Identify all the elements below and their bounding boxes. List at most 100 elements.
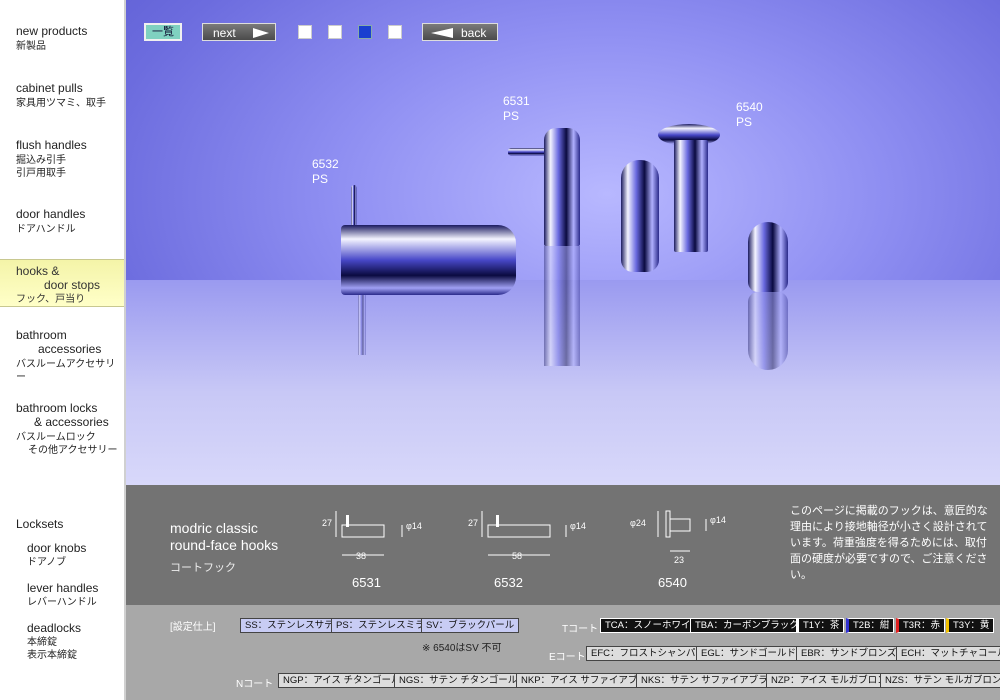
sidebar-item-label-2: door stops [44, 278, 101, 292]
product-name-line2: round-face hooks [170, 537, 279, 553]
sidebar-item-label: cabinet pulls [16, 81, 83, 95]
hook-6532-reflection [358, 295, 366, 355]
sidebar-item-sublabel: ドアノブ [27, 557, 67, 568]
sidebar-item-sublabel: バスルームロック [16, 432, 96, 443]
finish-chip-tba: TBA：カーボンブラック [690, 618, 804, 633]
hook-6540-side-b [748, 222, 788, 292]
sidebar-item-sublabel: ドアハンドル [16, 224, 76, 235]
sidebar-item-sublabel: 本締錠 [27, 637, 57, 648]
sidebar-item-label: door knobs [27, 541, 87, 555]
finish-chip-ngs: NGS：サテン チタンゴールド [394, 673, 532, 688]
product-label-6532: 6532 PS [312, 157, 339, 187]
page-dot-3[interactable] [358, 25, 372, 39]
page-dot-2[interactable] [328, 25, 342, 39]
hook-6540-side-a [621, 160, 659, 272]
dim-diameter: φ14 [570, 521, 586, 531]
list-button[interactable]: 一覧 [144, 23, 182, 41]
product-finish: PS [312, 172, 329, 186]
product-note: このページに掲載のフックは、意匠的な理由により接地軸径が小さく設計されています。… [790, 505, 988, 581]
finish-chip-t2b: T2B：紺 [846, 618, 895, 633]
drawing-6531: 27 φ14 38 [322, 505, 436, 569]
dim-length: 23 [674, 555, 685, 565]
t-coat-label: Tコート [562, 624, 599, 635]
sidebar-item-label: bathroom [16, 328, 67, 342]
finish-chip-ebr: EBR：サンドブロンズ [796, 646, 902, 661]
sidebar: new products 新製品 cabinet pulls 家具用ツマミ、取手… [0, 0, 126, 700]
sidebar-item-hooks-door-stops[interactable]: hooks & door stops フック、戸当り [0, 259, 124, 307]
drawing-6532: 27 φ14 58 [468, 505, 602, 569]
back-button[interactable]: back [422, 23, 498, 41]
sidebar-item-sublabel: 新製品 [16, 41, 46, 52]
sidebar-item-sublabel: バスルームアクセサリー [16, 359, 116, 383]
sidebar-item-door-knobs[interactable]: door knobs ドアノブ [27, 541, 123, 569]
hook-6532-body [341, 225, 516, 295]
dim-length: 58 [512, 551, 523, 561]
dimension-drawing [657, 510, 707, 552]
sidebar-item-lever-handles[interactable]: lever handles レバーハンドル [27, 581, 123, 609]
product-code: 6532 [312, 157, 339, 171]
product-name-line1: modric classic [170, 520, 258, 536]
sidebar-item-sublabel: 表示本締錠 [27, 650, 77, 661]
finish-chip-sv: SV：ブラックパール [421, 618, 520, 633]
sidebar-item-label: flush handles [16, 138, 87, 152]
dimension-drawing [481, 511, 567, 556]
hook-6531-reflection [544, 246, 580, 366]
next-button[interactable]: next [202, 23, 276, 41]
sidebar-item-sublabel: 掘込み引手 [16, 155, 66, 166]
dimension-drawing [335, 511, 403, 556]
arrow-left-icon [431, 28, 453, 38]
page-dot-1[interactable] [298, 25, 312, 39]
finish-basic-note: ※ 6540はSV 不可 [422, 643, 502, 654]
finish-chip-efc: EFC：フロストシャンパン [586, 646, 711, 661]
n-coat-label: Nコート [236, 679, 274, 690]
dim-height: 27 [322, 518, 333, 528]
sidebar-item-label: door handles [16, 207, 86, 221]
sidebar-item-sublabel: その他アクセサリー [28, 445, 118, 456]
sidebar-item-deadlocks[interactable]: deadlocks 本締錠 表示本締錠 [27, 621, 123, 662]
drawing-code-6531: 6531 [352, 575, 381, 590]
finish-chip-nzs: NZS：サテン モルガブロンズ [880, 673, 1000, 688]
e-coat-label: Eコート [549, 652, 586, 663]
product-name: modric classic round-face hooks [170, 520, 278, 554]
product-label-6540: 6540 PS [736, 100, 763, 130]
drawing-6540: φ24 φ14 23 [630, 505, 750, 569]
sidebar-item-flush-handles[interactable]: flush handles 掘込み引手 引戸用取手 [0, 138, 124, 180]
sidebar-item-bathroom-accessories[interactable]: bathroom accessories バスルームアクセサリー [0, 328, 124, 384]
sidebar-item-sublabel: レバーハンドル [27, 597, 97, 608]
sidebar-item-label: lever handles [27, 581, 99, 595]
dim-diameter: φ14 [710, 515, 726, 525]
finish-chip-t3y: T3Y：黄 [946, 618, 995, 633]
page-dot-4[interactable] [388, 25, 402, 39]
finish-options: [設定仕上] SS：ステンレスサテン PS：ステンレスミラー SV：ブラックパー… [126, 605, 1000, 700]
sidebar-item-cabinet-pulls[interactable]: cabinet pulls 家具用ツマミ、取手 [0, 81, 124, 110]
sidebar-item-label: hooks & [16, 264, 60, 278]
sidebar-item-label-2: accessories [38, 342, 102, 356]
sidebar-item-sublabel: 引戸用取手 [16, 168, 66, 179]
sidebar-item-bathroom-locks[interactable]: bathroom locks & accessories バスルームロック その… [0, 401, 124, 457]
dim-diameter: φ14 [406, 521, 422, 531]
sidebar-item-door-handles[interactable]: door handles ドアハンドル [0, 207, 124, 236]
finish-chip-egl: EGL：サンドゴールド [696, 646, 802, 661]
sidebar-item-label-2: & accessories [34, 415, 109, 429]
drawing-code-6540: 6540 [658, 575, 687, 590]
sidebar-item-label: new products [16, 24, 88, 38]
product-photo: 6532 PS 6531 PS 6540 PS [126, 0, 1000, 485]
hook-6531-body [544, 128, 580, 246]
locksets-heading: Locksets [16, 517, 64, 531]
dim-height: 27 [468, 518, 479, 528]
hook-6532-pin [351, 185, 357, 227]
finish-chip-ech: ECH：マットチャコール [896, 646, 1000, 661]
product-name-jp: コートフック [170, 562, 236, 574]
product-finish: PS [503, 109, 520, 123]
hook-6531-pin [508, 148, 548, 156]
finish-heading: [設定仕上] [170, 622, 216, 633]
product-finish: PS [736, 115, 753, 129]
product-code: 6540 [736, 100, 763, 114]
product-label-6531: 6531 PS [503, 94, 530, 124]
sidebar-item-new-products[interactable]: new products 新製品 [0, 24, 124, 53]
product-code: 6531 [503, 94, 530, 108]
hook-6540-body [674, 140, 708, 252]
dim-length: 38 [356, 551, 367, 561]
drawing-code-6532: 6532 [494, 575, 523, 590]
sidebar-item-sublabel: フック、戸当り [16, 294, 86, 305]
